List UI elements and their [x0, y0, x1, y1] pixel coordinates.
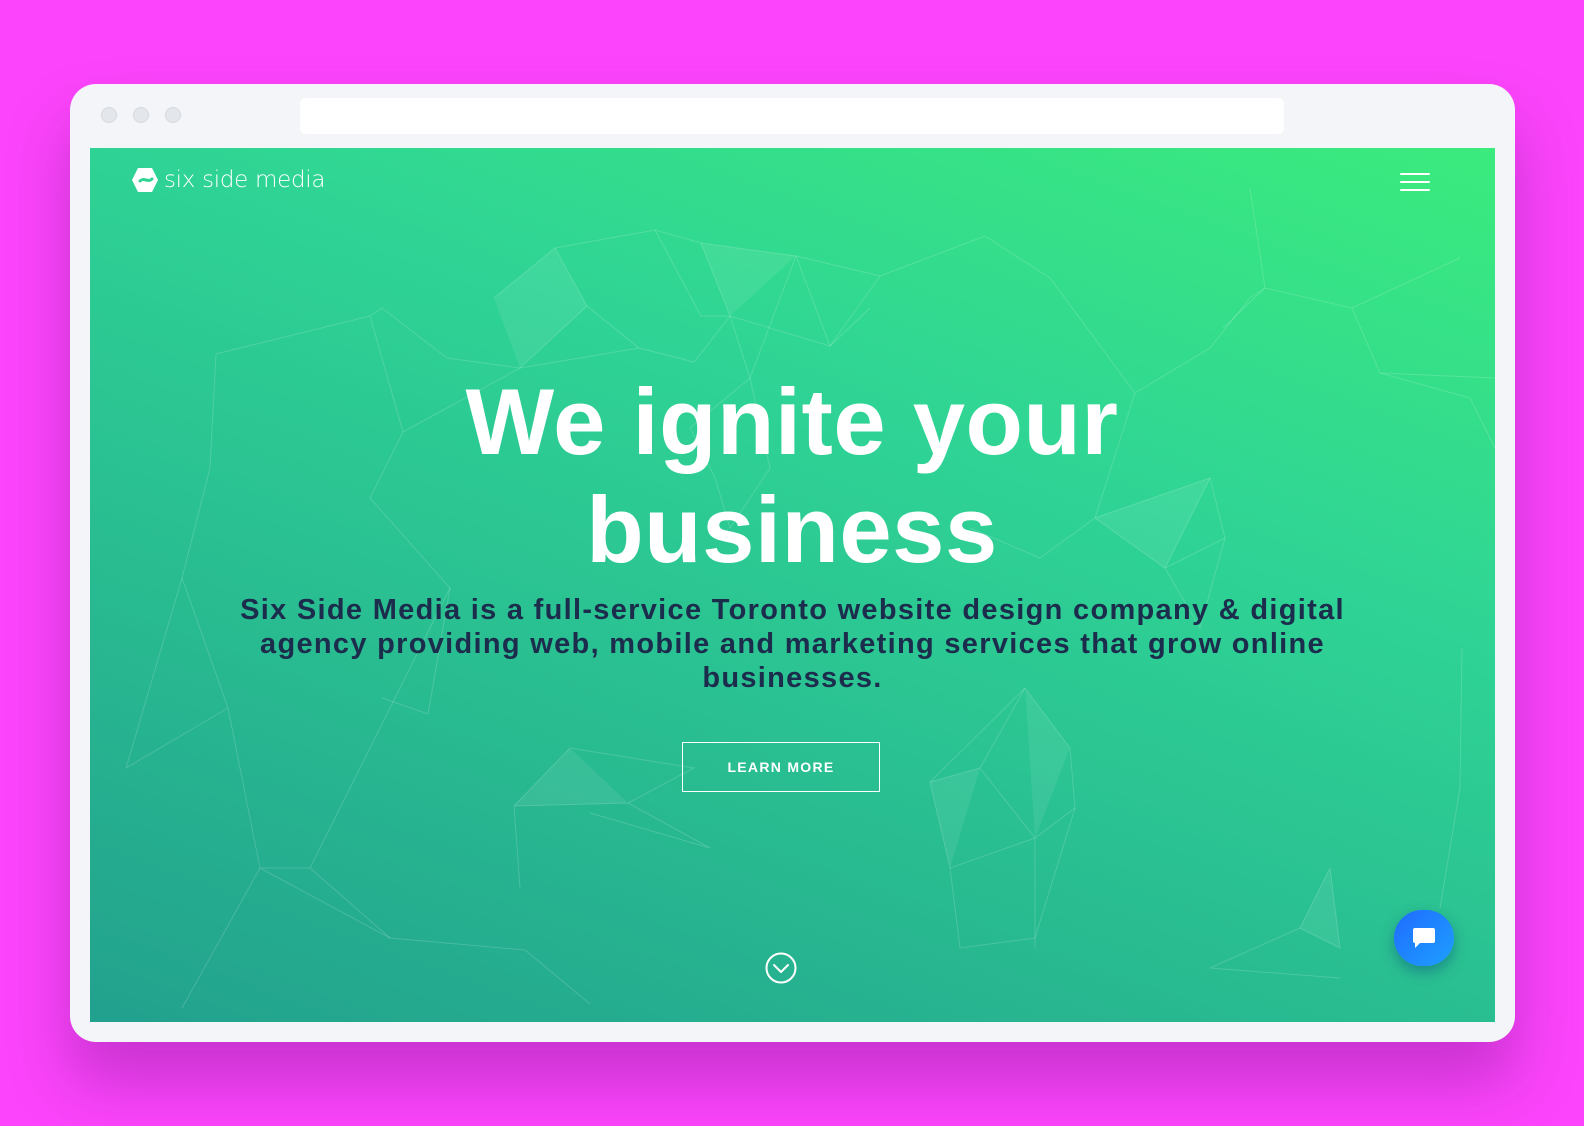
address-bar[interactable]: [300, 98, 1284, 134]
window-controls: [101, 107, 181, 123]
window-close-dot[interactable]: [101, 107, 117, 123]
browser-window: six side media We ignite your business S…: [70, 84, 1515, 1042]
logo-wordmark: six side media: [164, 167, 326, 193]
hero-title: We ignite your business: [292, 368, 1292, 584]
six-side-logo-icon: [132, 168, 158, 192]
window-minimize-dot[interactable]: [133, 107, 149, 123]
hero-title-line-1: We ignite your: [465, 369, 1119, 474]
window-maximize-dot[interactable]: [165, 107, 181, 123]
menu-line: [1400, 173, 1430, 175]
hamburger-menu-icon[interactable]: [1400, 173, 1430, 191]
menu-line: [1400, 189, 1430, 191]
hero-title-line-2: business: [586, 477, 998, 582]
learn-more-button[interactable]: LEARN MORE: [682, 742, 880, 792]
chat-button[interactable]: [1394, 910, 1454, 966]
chat-bubble-icon: [1413, 928, 1435, 948]
hero-section: six side media We ignite your business S…: [90, 148, 1495, 1022]
menu-line: [1400, 181, 1430, 183]
site-logo[interactable]: six side media: [132, 168, 325, 192]
hero-subtitle: Six Side Media is a full-service Toronto…: [240, 594, 1345, 694]
chevron-down-circle-icon[interactable]: [765, 952, 797, 984]
network-mesh-background: [125, 187, 1495, 1009]
